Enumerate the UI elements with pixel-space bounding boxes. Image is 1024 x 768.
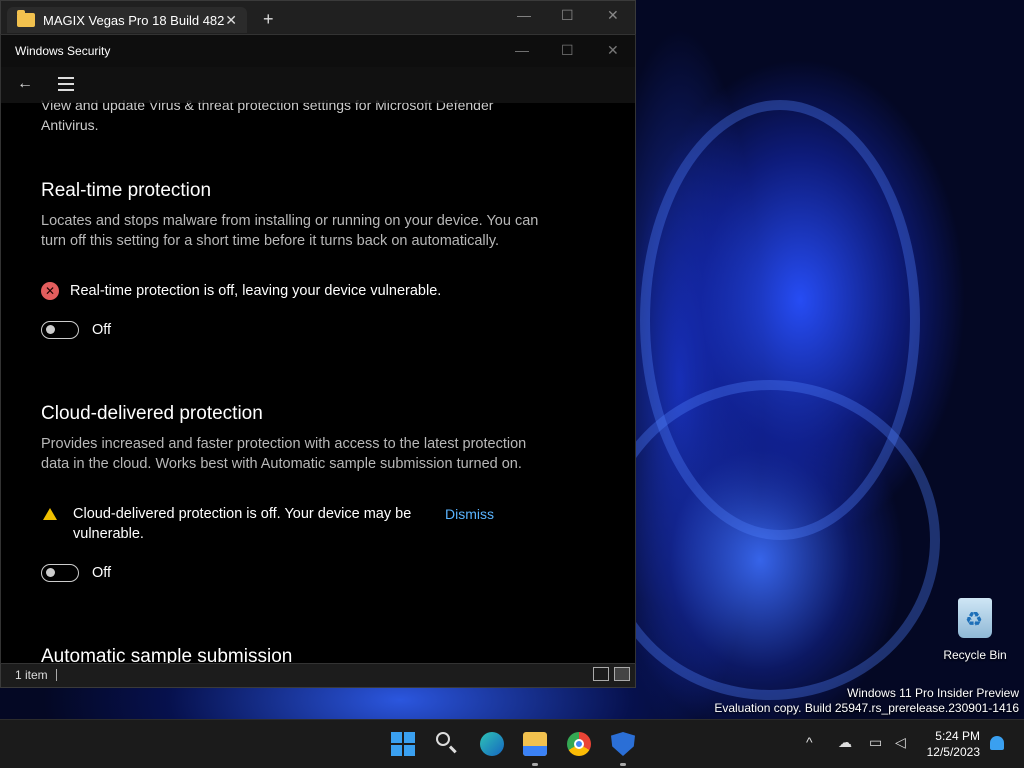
search-icon [436,732,450,746]
windows-security-window: Windows Security — ☐ ✕ ← View and update… [0,34,636,664]
watermark-line: Evaluation copy. Build 25947.rs_prerelea… [714,701,1019,715]
recycle-bin[interactable]: Recycle Bin [940,598,1010,662]
network-icon[interactable]: ▭ [869,734,882,751]
nav-bar: ← [1,67,635,103]
taskbar: ^ ☁ ▭ ◁ 5:24 PM 12/5/2023 [0,719,1024,768]
build-watermark: Windows 11 Pro Insider Preview Evaluatio… [714,686,1019,716]
cloud-toggle-row: Off [41,564,111,582]
window-title: Windows Security [15,44,111,58]
maximize-icon[interactable]: ☐ [561,42,574,59]
section-heading: Automatic sample submission [41,646,293,664]
error-alert: ✕ Real-time protection is off, leaving y… [41,281,441,301]
minimize-icon[interactable]: — [515,42,529,58]
warning-icon [43,508,57,520]
onedrive-offline-icon[interactable]: ☁ [838,734,852,751]
search-button[interactable] [436,732,460,756]
chrome-icon[interactable] [567,732,591,756]
windows-security-icon[interactable] [611,732,635,756]
start-icon[interactable] [391,732,415,756]
section-description: Provides increased and faster protection… [41,436,527,472]
tab-title: MAGIX Vegas Pro 18 Build 482 [43,12,225,28]
item-count: 1 item [15,668,48,682]
tiles-view-icon[interactable] [614,667,630,681]
alert-text: Real-time protection is off, leaving you… [70,283,442,299]
cloud-protection-toggle[interactable] [41,564,79,582]
running-indicator [620,763,626,766]
dismiss-link[interactable]: Dismiss [445,504,494,524]
security-titlebar: Windows Security — ☐ ✕ [1,35,635,67]
file-explorer-icon[interactable] [523,732,547,756]
warning-alert: Cloud-delivered protection is off. Your … [41,504,511,544]
explorer-titlebar: MAGIX Vegas Pro 18 Build 482 ✕ + — ☐ ✕ [1,1,635,33]
back-arrow-icon[interactable]: ← [17,75,33,93]
recycle-bin-icon [958,598,992,638]
time: 5:24 PM [935,729,980,743]
wallpaper-swirl [600,380,940,700]
recycle-bin-label: Recycle Bin [943,648,1007,662]
maximize-icon[interactable]: ☐ [561,7,574,24]
section-heading: Real-time protection [41,180,212,201]
notification-bell-icon[interactable] [990,736,1004,750]
alert-text: Cloud-delivered protection is off. Your … [73,506,412,542]
clock[interactable]: 5:24 PM 12/5/2023 [927,728,980,760]
running-indicator [532,763,538,766]
status-bar: 1 item [1,663,635,687]
tab-close-icon[interactable]: ✕ [225,12,237,29]
new-tab-icon[interactable]: + [263,9,274,30]
volume-muted-icon[interactable]: ◁ [895,734,906,751]
watermark-line: Windows 11 Pro Insider Preview [847,686,1019,700]
close-icon[interactable]: ✕ [607,42,619,59]
date: 12/5/2023 [926,745,980,759]
close-icon[interactable]: ✕ [607,7,619,24]
toggle-label: Off [92,565,112,581]
section-description: Locates and stops malware from installin… [41,213,539,249]
error-icon: ✕ [41,282,59,300]
realtime-protection-toggle[interactable] [41,321,79,339]
status-separator [55,669,57,681]
folder-icon [17,10,35,27]
minimize-icon[interactable]: — [517,7,531,23]
hamburger-menu-icon[interactable] [58,77,74,95]
edge-icon[interactable] [480,732,504,756]
details-view-icon[interactable] [593,667,609,681]
section-heading: Cloud-delivered protection [41,403,263,424]
realtime-toggle-row: Off [41,321,111,339]
chevron-up-icon[interactable]: ^ [806,734,813,750]
explorer-tab[interactable]: MAGIX Vegas Pro 18 Build 482 ✕ [7,7,247,33]
toggle-label: Off [92,322,112,338]
